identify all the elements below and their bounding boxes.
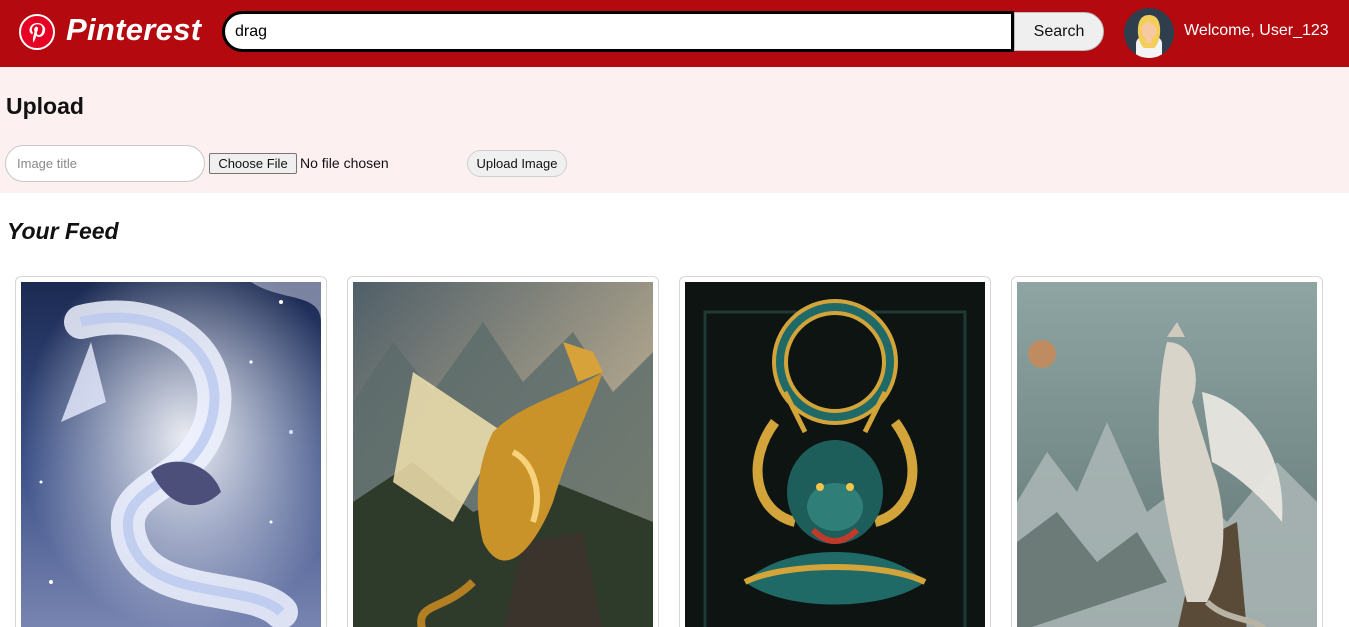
user-avatar[interactable] <box>1124 8 1174 58</box>
silver-dragon-image <box>21 282 321 627</box>
file-status-text: No file chosen <box>300 155 389 171</box>
golden-dragon-image <box>353 282 653 627</box>
pinterest-logo-icon[interactable] <box>19 14 55 50</box>
search-input[interactable] <box>222 11 1014 52</box>
feed-heading: Your Feed <box>7 218 119 244</box>
upload-image-button[interactable]: Upload Image <box>467 150 567 177</box>
user-avatar-icon <box>1124 8 1174 58</box>
image-title-input[interactable] <box>5 145 205 182</box>
pin-card[interactable] <box>679 276 991 627</box>
teal-eastern-dragon-image <box>685 282 985 627</box>
welcome-text: Welcome, User_123 <box>1184 22 1329 39</box>
pin-card[interactable] <box>15 276 327 627</box>
search-button[interactable]: Search <box>1014 12 1104 51</box>
upload-section: Upload Choose File No file chosen Upload… <box>0 67 1349 193</box>
upload-heading: Upload <box>6 93 84 119</box>
pale-mountain-dragon-image <box>1017 282 1317 627</box>
choose-file-button[interactable]: Choose File <box>209 153 297 174</box>
top-bar: Pinterest Search Welcome, User_123 <box>0 0 1349 67</box>
pin-card[interactable] <box>347 276 659 627</box>
pin-card[interactable] <box>1011 276 1323 627</box>
logo-text[interactable]: Pinterest <box>66 12 201 48</box>
